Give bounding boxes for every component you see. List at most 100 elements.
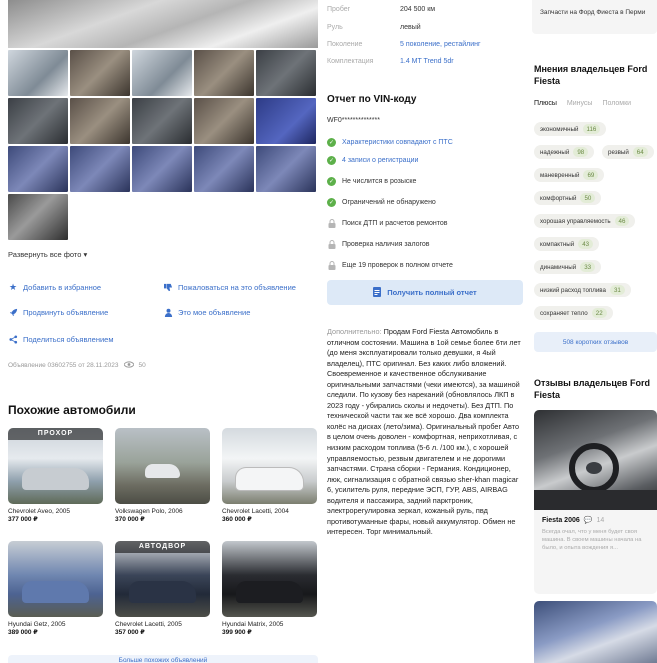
lock-icon <box>327 261 336 270</box>
vin-check-text: Поиск ДТП и расчетов ремонтов <box>342 220 448 227</box>
photo-thumb[interactable] <box>70 50 130 96</box>
opinion-tag[interactable]: динамичный 33 <box>534 260 602 274</box>
photo-thumb[interactable] <box>132 98 192 144</box>
dealer-banner: ПРОХОР <box>8 428 103 440</box>
opinion-tag[interactable]: экономичный 116 <box>534 122 607 136</box>
parts-link-label: Запчасти на Форд Фиеста в Перми <box>540 9 646 16</box>
vin-report-title: Отчет по VIN-коду <box>327 94 417 105</box>
tag-label: маневренный <box>540 171 580 179</box>
vin-check-item[interactable]: ✓ Характеристики совпадают с ПТС <box>327 138 453 147</box>
photo-thumb[interactable] <box>70 146 130 192</box>
check-ok-icon: ✓ <box>327 177 336 186</box>
opinion-tag[interactable]: комфортный 50 <box>534 191 602 205</box>
car-price: 360 000 ₽ <box>222 516 252 523</box>
photo-thumb[interactable] <box>194 98 254 144</box>
spec-row: Пробег 204 500 км <box>327 6 435 13</box>
share-link[interactable]: Поделиться объявлением <box>8 334 113 344</box>
vin-check-text: Ограничений не обнаружено <box>342 199 436 206</box>
vin-check-item: Проверка наличия залогов <box>327 240 430 249</box>
opinion-tag[interactable]: низкий расход топлива 31 <box>534 283 631 297</box>
opinions-title: Мнения владельцев Ford Fiesta <box>534 64 648 86</box>
expand-photos-link[interactable]: Развернуть все фото ▾ <box>8 250 87 259</box>
tag-count: 46 <box>614 216 630 226</box>
share-icon <box>8 334 18 344</box>
lock-icon <box>327 240 336 249</box>
opinion-tag[interactable]: хорошая управляемость 46 <box>534 214 636 228</box>
review-photo <box>534 410 657 510</box>
more-similar-button[interactable]: Больше похожих объявлений <box>8 655 318 663</box>
opinion-tag[interactable]: сохраняет тепло 22 <box>534 306 613 320</box>
my-listing-link[interactable]: Это мое объявление <box>163 307 250 317</box>
promote-label: Продвинуть объявление <box>23 307 109 317</box>
document-icon <box>373 286 382 299</box>
similar-cars-title: Похожие автомобили <box>8 403 136 417</box>
photo-thumb[interactable] <box>70 98 130 144</box>
listing-info: Объявление 03602755 от 28.11.2023 <box>8 362 119 369</box>
car-title: Volkswagen Polo, 2006 <box>115 508 183 515</box>
car-photo <box>222 428 317 504</box>
generation-link[interactable]: 5 поколение, рестайлинг <box>400 41 481 48</box>
promote-link[interactable]: Продвинуть объявление <box>8 307 108 317</box>
tab-pros[interactable]: Плюсы <box>534 100 557 107</box>
similar-car-card[interactable]: АВТОДВОР Chevrolet Lacetti, 2005 357 000… <box>115 541 210 636</box>
opinion-tag[interactable]: маневренный 69 <box>534 168 605 182</box>
reviews-title: Отзывы владельцев Ford Fiesta <box>534 378 650 400</box>
get-full-report-button[interactable]: Получить полный отчет <box>327 280 523 305</box>
opinion-tag[interactable]: компактный 43 <box>534 237 600 251</box>
car-photo: АВТОДВОР <box>115 541 210 617</box>
user-icon <box>163 307 173 317</box>
parts-link[interactable]: Запчасти на Форд Фиеста в Перми <box>532 0 657 34</box>
tab-cons[interactable]: Минусы <box>567 100 593 107</box>
photo-thumb[interactable] <box>194 50 254 96</box>
photo-thumb[interactable] <box>256 146 316 192</box>
similar-car-card[interactable]: Hyundai Matrix, 2005 399 900 ₽ <box>222 541 317 636</box>
photo-thumb[interactable] <box>6 144 70 194</box>
car-photo <box>8 541 103 617</box>
tag-count: 33 <box>580 262 596 272</box>
car-title: Chevrolet Lacetti, 2004 <box>222 508 289 515</box>
tag-label: надежный <box>540 148 570 156</box>
similar-car-card[interactable]: ПРОХОР Chevrolet Aveo, 2005 377 000 ₽ <box>8 428 103 523</box>
add-favorite-link[interactable]: ★ Добавить в избранное <box>8 282 101 292</box>
car-photo: ПРОХОР <box>8 428 103 504</box>
get-full-report-label: Получить полный отчет <box>387 288 477 297</box>
trim-link[interactable]: 1.4 MT Trend 5dr <box>400 58 454 65</box>
review-card[interactable]: Fiesta 2006 💬 14 Всегда очал, что у меня… <box>534 410 657 594</box>
main-photo[interactable] <box>8 0 318 48</box>
review-car-name: Fiesta 2006 <box>542 516 580 524</box>
tag-count: 43 <box>578 239 594 249</box>
add-favorite-label: Добавить в избранное <box>23 282 102 292</box>
vin-check-item: Еще 19 проверок в полном отчете <box>327 261 453 270</box>
similar-car-card[interactable]: Volkswagen Polo, 2006 370 000 ₽ <box>115 428 210 523</box>
opinion-tag[interactable]: надежный 98 <box>534 145 595 159</box>
photo-thumb[interactable] <box>8 194 68 240</box>
complain-link[interactable]: Пожаловаться на это объявление <box>163 282 296 292</box>
photo-thumb[interactable] <box>256 50 316 96</box>
tab-breakdowns[interactable]: Поломки <box>602 100 631 107</box>
vin-check-item: ✓ Не числится в розыске <box>327 177 416 186</box>
photo-thumb[interactable] <box>8 98 68 144</box>
photo-thumb[interactable] <box>8 50 68 96</box>
spec-row: Руль левый <box>327 24 421 31</box>
tag-count: 64 <box>632 147 648 157</box>
photo-thumb[interactable] <box>132 50 192 96</box>
check-ok-icon: ✓ <box>327 198 336 207</box>
vin-check-item[interactable]: ✓ 4 записи о регистрации <box>327 156 418 165</box>
complain-label: Пожаловаться на это объявление <box>178 282 296 292</box>
eye-icon <box>123 361 135 370</box>
vin-check-text: Не числится в розыске <box>342 178 417 185</box>
opinion-tag[interactable]: резвый 64 <box>602 145 654 159</box>
photo-thumb[interactable] <box>194 146 254 192</box>
photo-thumb[interactable] <box>256 98 316 144</box>
tag-count: 22 <box>591 308 607 318</box>
review-card-photo[interactable] <box>534 601 657 663</box>
similar-car-card[interactable]: Hyundai Getz, 2005 389 000 ₽ <box>8 541 103 636</box>
car-price: 389 000 ₽ <box>8 629 38 636</box>
opinions-tabs: Плюсы Минусы Поломки <box>534 100 631 107</box>
vin-check-text: 4 записи о регистрации <box>342 157 419 164</box>
photo-thumb[interactable] <box>132 146 192 192</box>
check-ok-icon: ✓ <box>327 156 336 165</box>
similar-car-card[interactable]: Chevrolet Lacetti, 2004 360 000 ₽ <box>222 428 317 523</box>
review-comment-count: 14 <box>596 516 605 524</box>
short-reviews-button[interactable]: 508 коротких отзывов <box>534 332 657 352</box>
